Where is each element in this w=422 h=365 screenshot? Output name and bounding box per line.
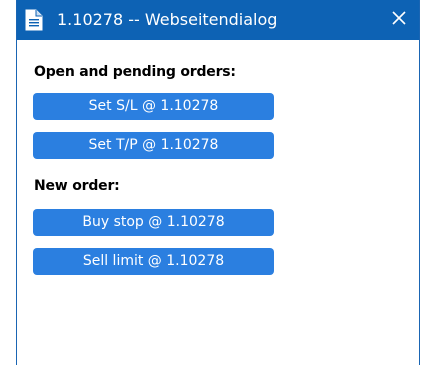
close-icon xyxy=(391,10,407,30)
new-order-heading: New order: xyxy=(34,178,120,194)
window-title: 1.10278 -- Webseitendialog xyxy=(57,10,278,29)
open-orders-heading: Open and pending orders: xyxy=(34,64,236,80)
dialog-window: 1.10278 -- Webseitendialog Open and pend… xyxy=(16,0,420,365)
set-sl-button[interactable]: Set S/L @ 1.10278 xyxy=(33,93,274,120)
set-tp-button[interactable]: Set T/P @ 1.10278 xyxy=(33,132,274,159)
document-icon xyxy=(25,9,43,31)
buy-stop-button[interactable]: Buy stop @ 1.10278 xyxy=(33,209,274,236)
sell-limit-button[interactable]: Sell limit @ 1.10278 xyxy=(33,248,274,275)
close-button[interactable] xyxy=(379,0,419,40)
title-bar: 1.10278 -- Webseitendialog xyxy=(17,0,419,40)
